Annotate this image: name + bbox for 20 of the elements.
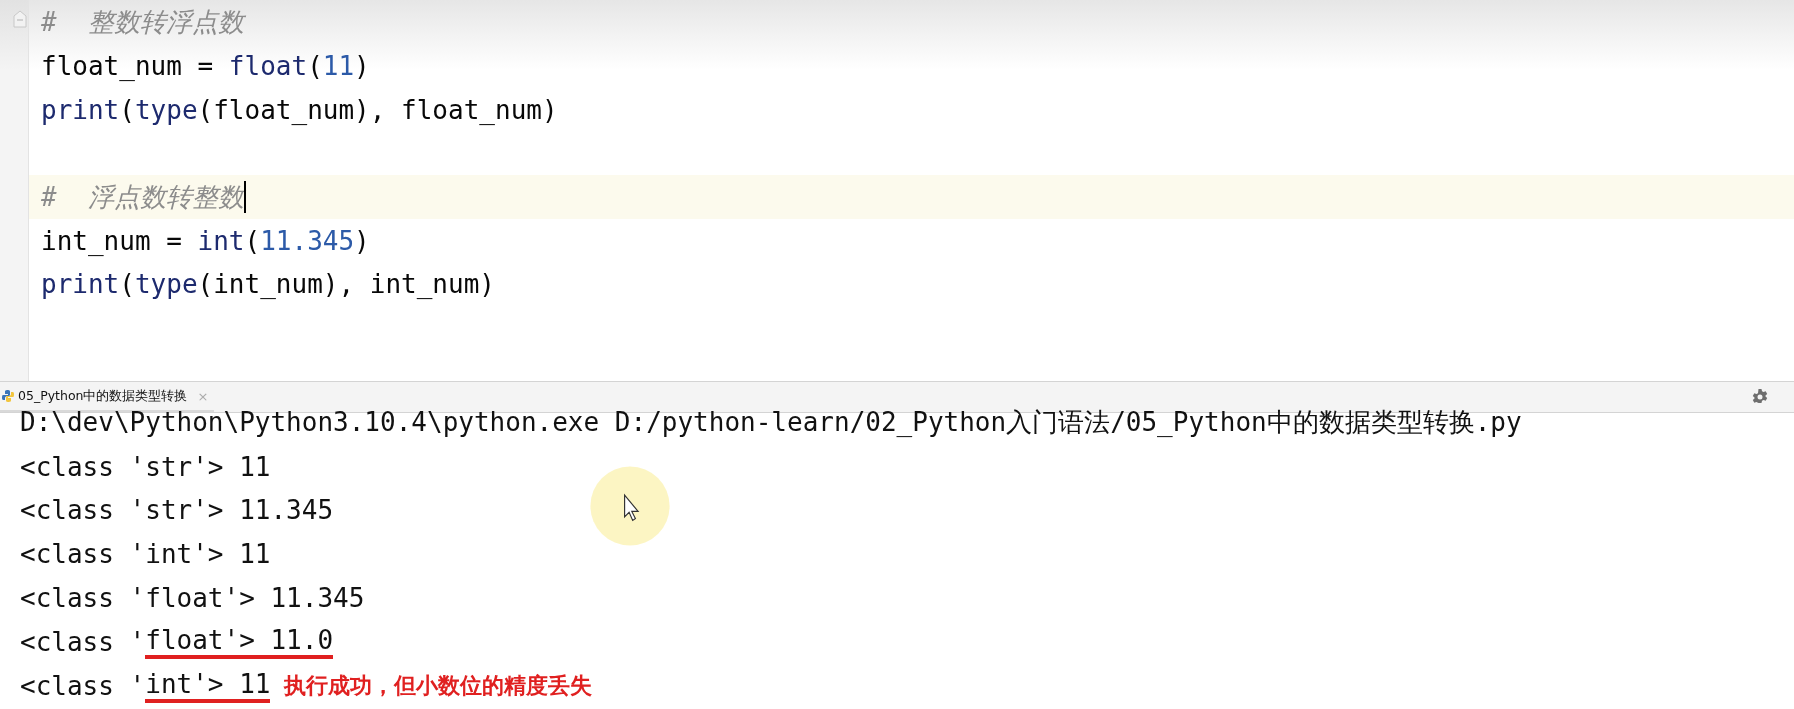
console-text: <class 'str'> 11 [20, 451, 271, 482]
text-cursor [243, 181, 246, 214]
console-text: <class 'float'> 11.345 [20, 583, 365, 614]
underlined-text: int'> 11 [145, 668, 271, 703]
code-line: print(type(float_num), float_num) [41, 95, 558, 125]
code-line: int_num = int(11.345) [41, 225, 370, 256]
console-text: <class 'int'> 11 [20, 539, 271, 570]
console-text: <class ' [20, 626, 146, 657]
underlined-text: float'> 11.0 [145, 624, 334, 659]
console-text: <class ' [20, 670, 146, 701]
run-tab[interactable]: 05_Python中的数据类型转换 × [0, 382, 215, 412]
code-line: print(type(int_num), int_num) [41, 269, 495, 300]
python-file-icon [2, 390, 14, 402]
annotation-text: 执行成功，但小数位的精度丢失 [284, 671, 593, 700]
mouse-pointer-icon [624, 493, 640, 522]
code-comment: # 浮点数转整数 [41, 180, 244, 214]
code-line: float_num = float(11) [41, 51, 370, 82]
console-text: <class 'str'> 11.345 [20, 495, 334, 526]
code-comment: # 整数转浮点数 [41, 6, 244, 40]
settings-icon[interactable] [1752, 389, 1768, 405]
